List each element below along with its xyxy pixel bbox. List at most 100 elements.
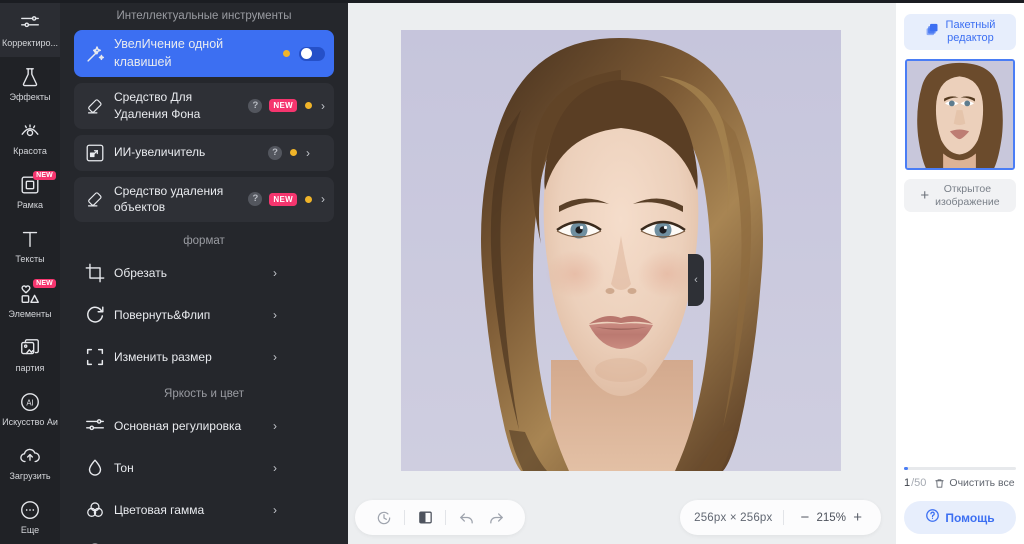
tools-scroll[interactable]: Интеллектуальные инструменты УвелИчение о… [60, 3, 348, 544]
tool-label: ИИ-увеличитель [114, 145, 206, 160]
tools-section-title: Интеллектуальные инструменты [116, 10, 292, 22]
rail-item-6[interactable]: партия [0, 328, 60, 382]
zoom-level: 215% [816, 511, 846, 524]
chevron-right-icon[interactable]: › [273, 308, 277, 322]
rail-item-0[interactable]: Корректиро... [0, 3, 60, 58]
rail-item-label: партия [15, 362, 45, 373]
rail-item-label: Рамка [16, 200, 44, 211]
tool-row-2-1[interactable]: Тон › [74, 450, 334, 486]
tool-row-0-1[interactable]: Средство Для Удаления Фона? NEW › [74, 83, 334, 129]
sliders-icon [19, 12, 41, 34]
rail-item-5[interactable]: Элементы NEW [0, 273, 60, 327]
zoom-out-button[interactable]: − [795, 510, 814, 525]
chevron-right-icon[interactable]: › [273, 503, 277, 517]
zoom-toolbar: 256px × 256px − 215% + [680, 500, 881, 535]
tool-row-2-0[interactable]: Основная регулировка › [74, 408, 334, 444]
rail-item-label: Эффекты [9, 92, 51, 103]
layers-icon [925, 22, 940, 42]
plus-icon: + [920, 187, 930, 204]
main-image[interactable] [401, 30, 841, 471]
tool-label: Основная регулировка [114, 418, 242, 433]
rail-item-2[interactable]: Красота [0, 111, 60, 165]
chevron-left-icon: ‹ [694, 274, 698, 286]
open-image-label-line1: Открытое [943, 182, 992, 195]
help-circle-icon [925, 508, 940, 528]
history-toolbar [355, 500, 525, 535]
clear-all-button[interactable]: Очистить все [949, 477, 1014, 489]
tool-row-0-0[interactable]: УвелИчение одной клавишей [74, 30, 334, 77]
tool-row-0-3[interactable]: Средство удаления объектов? NEW › [74, 176, 334, 223]
chevron-right-icon[interactable]: › [321, 192, 325, 206]
chevron-right-icon[interactable]: › [321, 99, 325, 113]
help-icon[interactable]: ? [268, 145, 282, 160]
tool-row-1-2[interactable]: Изменить размер › [74, 339, 334, 375]
image-thumbnail[interactable] [905, 59, 1015, 170]
chevron-right-icon[interactable]: › [273, 419, 277, 433]
rail-item-label: Тексты [15, 254, 45, 265]
help-icon[interactable]: ? [248, 192, 263, 207]
help-icon[interactable]: ? [248, 98, 263, 113]
batch-icon [19, 337, 41, 359]
tool-row-2-3[interactable]: инвертировать цветаNEW [74, 534, 334, 544]
batch-editor-label-line1: Пакетный [945, 18, 996, 31]
eye-icon [19, 120, 41, 142]
tool-row-2-2[interactable]: Цветовая гамма › [74, 492, 334, 528]
vip-dot-icon [290, 149, 297, 157]
chevron-right-icon[interactable]: › [273, 461, 277, 475]
vip-dot-icon [283, 50, 290, 57]
redo-icon[interactable] [481, 503, 511, 533]
eraser-icon [84, 188, 106, 210]
rail-item-9[interactable]: Еще [0, 490, 60, 544]
compare-icon[interactable] [410, 503, 440, 533]
open-image-label-line2: изображение [935, 195, 1000, 208]
rail-item-label: Элементы [8, 308, 52, 319]
rotate-icon [84, 304, 106, 326]
zoom-divider [783, 510, 785, 525]
chevron-right-icon[interactable]: › [273, 350, 277, 364]
rail-item-4[interactable]: Тексты [0, 219, 60, 273]
more-icon [19, 499, 41, 521]
tools-section-title: Яркость и цвет [164, 388, 244, 401]
upload-icon [19, 445, 41, 467]
tool-row-1-0[interactable]: Обрезать › [74, 255, 334, 291]
tool-row-1-1[interactable]: Повернуть&Флип › [74, 297, 334, 333]
new-badge: NEW [33, 279, 56, 289]
help-button[interactable]: Помощь [904, 501, 1016, 534]
crop-icon [84, 262, 106, 284]
resize-icon [84, 346, 106, 368]
svg-text:AI: AI [26, 398, 33, 407]
new-badge: NEW [33, 171, 56, 181]
rail-item-3[interactable]: Рамка NEW [0, 165, 60, 219]
trash-icon[interactable] [934, 478, 945, 489]
rail-item-label: Корректиро... [2, 38, 58, 49]
slot-progress-bar[interactable] [904, 467, 1016, 470]
rail-item-label: Еще [20, 524, 40, 535]
rail-item-1[interactable]: Эффекты [0, 57, 60, 111]
batch-editor-button[interactable]: Пакетный редактор [904, 14, 1016, 50]
text-icon [19, 228, 41, 250]
rail-item-label: Искусство Аи [2, 416, 58, 427]
undo-icon[interactable] [451, 503, 481, 533]
zoom-in-button[interactable]: + [848, 510, 867, 525]
toggle-knob [300, 48, 312, 59]
app-root: Корректиро... Эффекты Красота Рамка NEW Текст… [0, 0, 1024, 544]
tool-label: Средство удаления объектов [114, 183, 224, 215]
rail-item-7[interactable]: AI Искусство Аи [0, 382, 60, 436]
chevron-right-icon[interactable]: › [306, 146, 310, 160]
eraser-icon [84, 95, 106, 117]
chevron-right-icon[interactable]: › [273, 266, 277, 280]
collapse-tools-panel-handle[interactable]: ‹ [688, 254, 704, 306]
expand-icon [84, 142, 106, 164]
vip-dot-icon [305, 195, 312, 203]
rail-item-8[interactable]: Загрузить [0, 436, 60, 490]
image-dimensions: 256px × 256px [694, 511, 773, 524]
tools-section-title: формат [183, 235, 225, 248]
tool-label: Тон [114, 460, 134, 475]
magic-wand-icon [84, 43, 106, 65]
open-image-button[interactable]: + Открытое изображение [904, 179, 1016, 212]
toolbar-divider [404, 510, 405, 525]
history-icon[interactable] [369, 503, 399, 533]
tool-row-0-2[interactable]: ИИ-увеличитель? › [74, 134, 334, 171]
slot-count-current: 1 [904, 477, 911, 489]
toggle-switch[interactable] [299, 46, 325, 61]
